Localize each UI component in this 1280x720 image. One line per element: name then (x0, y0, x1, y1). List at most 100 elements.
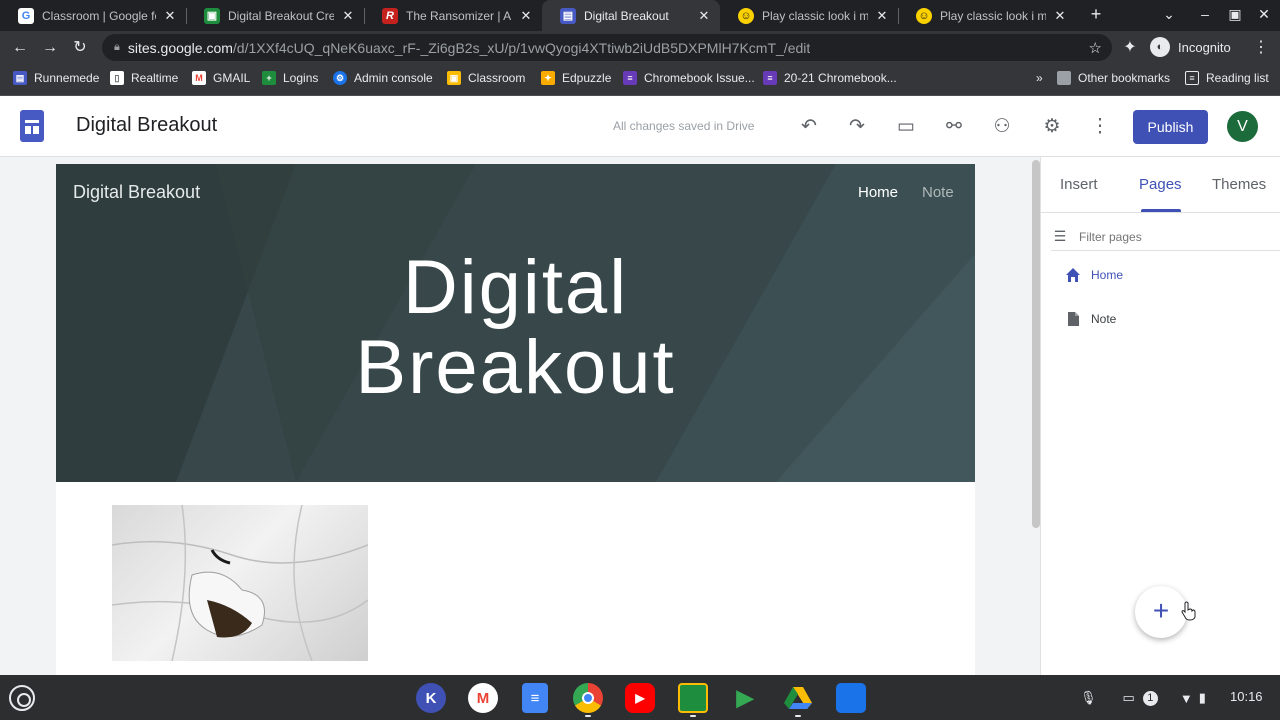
bookmark-label: Admin console (354, 71, 433, 85)
reading-list[interactable]: ≡ Reading list (1185, 71, 1269, 85)
site-canvas: Digital Breakout Home Note Digital Break… (56, 164, 975, 675)
tab-title: Digital Breakout (584, 8, 669, 23)
gmail-icon[interactable]: M (468, 683, 498, 713)
puzzle-pieces-image[interactable] (112, 505, 368, 661)
reading-list-label: Reading list (1206, 71, 1269, 85)
back-arrow-icon[interactable]: ← (9, 37, 31, 59)
tab-ransomizer[interactable]: R The Ransomizer | A ran ✕ (364, 0, 542, 31)
close-window-icon[interactable]: ✕ (1252, 6, 1276, 23)
clock[interactable]: 10:16 (1230, 689, 1263, 704)
incognito-indicator[interactable]: ◐ Incognito (1150, 37, 1231, 57)
filter-pages: ☰ (1051, 223, 1280, 251)
publish-button[interactable]: Publish (1133, 110, 1208, 144)
close-icon[interactable]: ✕ (162, 8, 178, 24)
tab-title: Play classic look i m a (762, 8, 868, 23)
undo-icon[interactable]: ↶ (796, 114, 822, 140)
site-document-title[interactable]: Digital Breakout (76, 114, 217, 137)
hero-title[interactable]: Digital Breakout (56, 248, 975, 408)
preview-devices-icon[interactable]: ▭ (893, 114, 919, 140)
share-add-person-icon[interactable]: ⚇ (989, 114, 1015, 140)
bookmark-other[interactable]: Other bookmarks (1057, 71, 1170, 85)
tab-digital-breakout[interactable]: ▤ Digital Breakout ✕ (542, 0, 720, 31)
play-store-icon[interactable]: ▶ (730, 683, 760, 713)
bookmark-star-icon[interactable]: ☆ (1089, 39, 1102, 57)
address-bar[interactable]: 🔒︎ sites.google.com /d/1XXf4cUQ_qNeK6uax… (102, 34, 1112, 61)
battery-icon: ▮ (1198, 690, 1206, 705)
classroom-icon[interactable] (678, 683, 708, 713)
bookmark-label: GMAIL (213, 71, 251, 85)
tab-breakout-creation[interactable]: ▣ Digital Breakout Creatio ✕ (186, 0, 364, 31)
copy-link-icon[interactable]: ⚯ (941, 114, 967, 140)
forms-icon: ≡ (763, 71, 777, 85)
bookmark-edpuzzle[interactable]: ✦ Edpuzzle (541, 71, 611, 85)
bookmark-admin-console[interactable]: ⚙ Admin console (333, 71, 433, 85)
bookmark-label: Classroom (468, 71, 526, 85)
hero-banner[interactable]: Digital Breakout Home Note Digital Break… (56, 164, 975, 482)
youtube-icon[interactable]: ▶ (625, 683, 655, 713)
url-host: sites.google.com (127, 39, 233, 56)
tab-title: Play classic look i m a (940, 8, 1046, 23)
chrome-icon[interactable] (573, 683, 603, 713)
nav-link-note[interactable]: Note (922, 184, 954, 201)
close-icon[interactable]: ✕ (518, 8, 534, 24)
filter-icon[interactable]: ☰ (1051, 228, 1069, 245)
close-icon[interactable]: ✕ (696, 8, 712, 24)
page-item-note[interactable]: Note (1065, 308, 1116, 330)
docs-icon[interactable]: ≡ (522, 683, 548, 713)
tab-classroom[interactable]: G Classroom | Google for ✕ (0, 0, 186, 31)
home-icon (1066, 268, 1080, 282)
files-icon[interactable] (836, 683, 866, 713)
close-icon[interactable]: ✕ (874, 8, 890, 24)
more-bookmarks-chevron[interactable]: » (1036, 71, 1043, 85)
smiley-icon: ☺ (738, 7, 754, 24)
bookmark-20-21-chromebook[interactable]: ≡ 20-21 Chromebook... (763, 71, 897, 85)
reload-icon[interactable]: ↻ (69, 37, 91, 59)
new-tab-button[interactable]: + (1084, 4, 1108, 25)
tab-title: The Ransomizer | A ran (406, 8, 512, 23)
avatar[interactable]: V (1227, 111, 1258, 142)
page-item-home[interactable]: Home (1065, 264, 1123, 286)
canvas-scrollbar[interactable] (1032, 160, 1040, 528)
ransomizer-icon: R (382, 7, 398, 24)
bookmark-gmail[interactable]: M GMAIL (192, 71, 250, 85)
folder-icon (1057, 71, 1071, 85)
close-icon[interactable]: ✕ (340, 8, 356, 24)
tab-title: Digital Breakout Creatio (228, 8, 334, 23)
drive-icon[interactable] (783, 683, 813, 713)
bookmark-chromebook-issue[interactable]: ≡ Chromebook Issue... (623, 71, 755, 85)
kami-icon[interactable]: K (416, 683, 446, 713)
google-icon: G (18, 7, 34, 24)
site-name[interactable]: Digital Breakout (73, 182, 200, 203)
bookmark-classroom[interactable]: ▣ Classroom (447, 71, 525, 85)
forward-arrow-icon[interactable]: → (39, 37, 61, 59)
maximize-icon[interactable]: ▣ (1223, 6, 1247, 23)
bookmark-runnemede[interactable]: ▤ Runnemede (13, 71, 99, 85)
system-tray[interactable]: 🎙︎ ▭ 1 ▼ ▮ (1080, 685, 1206, 711)
redo-icon[interactable]: ↷ (844, 114, 870, 140)
close-icon[interactable]: ✕ (1052, 8, 1068, 24)
sheets-icon: + (262, 71, 276, 85)
sites-icon: ▤ (13, 71, 27, 85)
more-options-icon[interactable]: ⋮ (1087, 114, 1113, 140)
tab-themes[interactable]: Themes (1212, 176, 1266, 193)
bookmark-logins[interactable]: + Logins (262, 71, 318, 85)
wifi-icon: ▼ (1179, 690, 1193, 706)
settings-gear-icon[interactable]: ⚙ (1039, 114, 1065, 140)
tab-pages[interactable]: Pages (1139, 176, 1182, 193)
tab-title: Classroom | Google for (42, 8, 156, 23)
tab-search-icon[interactable]: ⌄ (1157, 6, 1181, 23)
bookmark-realtime[interactable]: ▯ Realtime (110, 71, 178, 85)
google-sites-logo-icon[interactable] (20, 110, 44, 142)
browser-menu-icon[interactable]: ⋮ (1250, 37, 1272, 59)
minimize-icon[interactable]: – (1193, 6, 1217, 22)
hero-title-line2: Breakout (355, 325, 676, 410)
tab-play-classic-2[interactable]: ☺ Play classic look i m a ✕ (898, 0, 1076, 31)
tab-play-classic-1[interactable]: ☺ Play classic look i m a ✕ (720, 0, 898, 31)
extensions-puzzle-icon[interactable]: ✦ (1119, 37, 1141, 59)
filter-pages-input[interactable] (1079, 229, 1259, 244)
tab-insert[interactable]: Insert (1060, 176, 1098, 193)
hand-cursor-icon (1181, 601, 1196, 621)
bookmark-label: Realtime (131, 71, 179, 85)
nav-link-home[interactable]: Home (858, 184, 898, 201)
launcher-icon[interactable] (9, 685, 35, 711)
